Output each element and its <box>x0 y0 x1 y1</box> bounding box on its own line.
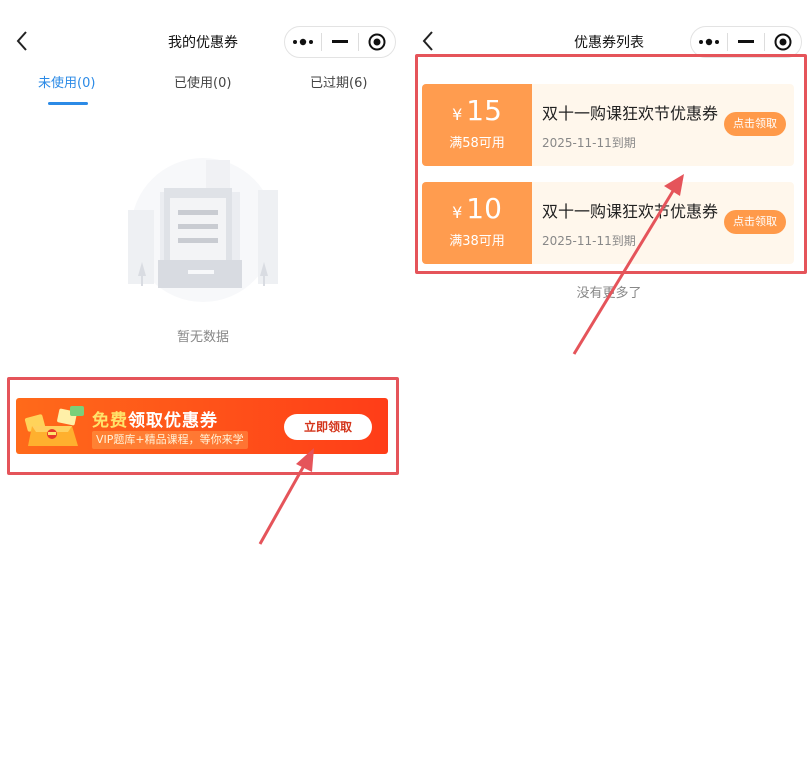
coupon-condition: 满38可用 <box>449 234 505 249</box>
no-more-text: 没有更多了 <box>576 286 642 301</box>
amount-value: 15 <box>466 94 502 127</box>
promo-title-rest: 领取优惠券 <box>128 411 218 431</box>
empty-state-text: 暂无数据 <box>176 330 229 345</box>
more-dots-icon[interactable] <box>285 27 321 57</box>
coupon-status-tabs: 未使用(0) 已使用(0) 已过期(6) <box>0 72 406 108</box>
active-tab-indicator <box>48 102 88 105</box>
coupon-title: 双十一购课狂欢节优惠券 <box>542 202 719 221</box>
gift-box-illustration <box>22 402 92 452</box>
coupon-title: 双十一购课狂欢节优惠券 <box>542 104 719 123</box>
tab-expired[interactable]: 已过期(6) <box>310 72 367 91</box>
coupon-amount: ¥15 <box>422 94 532 132</box>
more-dots-icon[interactable] <box>691 27 727 57</box>
coupon-card: ¥10 满38可用 双十一购课狂欢节优惠券 2025-11-11到期 点击领取 <box>422 182 794 264</box>
empty-state-illustration <box>118 150 288 310</box>
record-target-icon[interactable] <box>359 27 395 57</box>
tab-unused[interactable]: 未使用(0) <box>38 72 95 91</box>
currency-symbol: ¥ <box>452 203 463 222</box>
coupon-condition: 满58可用 <box>449 136 505 151</box>
nav-bar: 优惠券列表 <box>406 22 812 62</box>
promo-subtitle: VIP题库+精品课程，等你来学 <box>92 431 248 449</box>
claim-now-button[interactable]: 立即领取 <box>284 414 372 440</box>
minimize-icon[interactable] <box>728 27 764 57</box>
promo-title: 免费领取优惠券 <box>92 406 218 431</box>
coupon-expiry: 2025-11-11到期 <box>542 234 636 248</box>
coupon-expiry: 2025-11-11到期 <box>542 136 636 150</box>
claim-coupon-button[interactable]: 点击领取 <box>724 210 786 234</box>
minimize-icon[interactable] <box>322 27 358 57</box>
currency-symbol: ¥ <box>452 105 463 124</box>
amount-value: 10 <box>466 192 502 225</box>
promo-title-highlight: 免费 <box>92 411 128 431</box>
nav-bar: 我的优惠券 <box>0 22 406 62</box>
mini-program-capsule <box>690 26 802 58</box>
mini-program-capsule <box>284 26 396 58</box>
coupon-value-block: ¥10 满38可用 <box>422 182 532 264</box>
coupon-value-block: ¥15 满58可用 <box>422 84 532 166</box>
claim-coupon-button[interactable]: 点击领取 <box>724 112 786 136</box>
record-target-icon[interactable] <box>765 27 801 57</box>
coupon-card: ¥15 满58可用 双十一购课狂欢节优惠券 2025-11-11到期 点击领取 <box>422 84 794 166</box>
my-coupons-screen: 我的优惠券 未使用(0) 已使用(0) 已过期(6) 暂无数据 免费领取优惠券 … <box>0 0 406 780</box>
tab-used[interactable]: 已使用(0) <box>174 72 231 91</box>
free-coupon-banner[interactable]: 免费领取优惠券 VIP题库+精品课程，等你来学 立即领取 <box>16 398 388 454</box>
coupon-amount: ¥10 <box>422 192 532 230</box>
